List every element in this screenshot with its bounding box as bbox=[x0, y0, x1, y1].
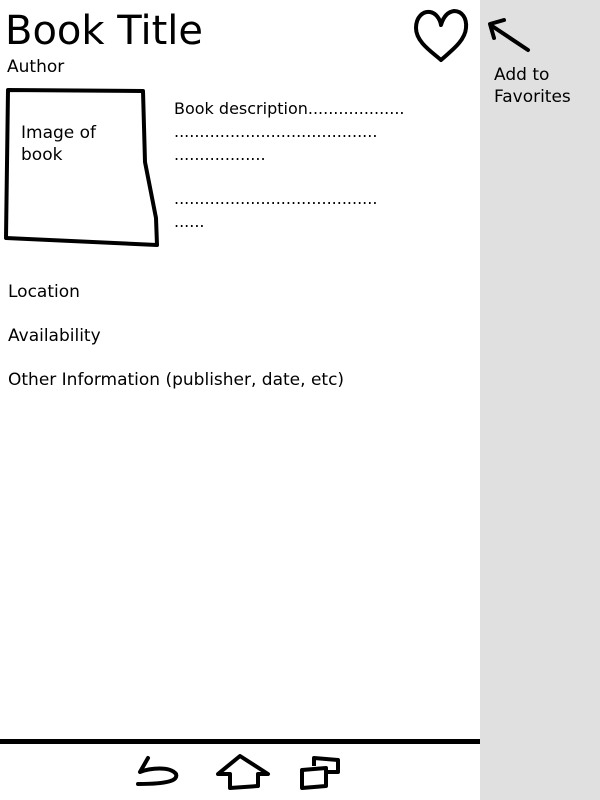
bottom-divider bbox=[0, 739, 480, 744]
description-line: ........................................ bbox=[174, 189, 378, 208]
arrow-icon bbox=[484, 14, 536, 56]
description-line: ........................................ bbox=[174, 122, 378, 141]
book-location: Location bbox=[8, 282, 80, 302]
back-icon[interactable] bbox=[132, 750, 186, 796]
home-icon[interactable] bbox=[214, 750, 270, 796]
book-image-label: Image of book bbox=[21, 123, 97, 165]
description-line: ...... bbox=[174, 212, 205, 231]
book-description: Book description................... ....… bbox=[174, 97, 466, 233]
book-image-placeholder: Image of book bbox=[2, 86, 160, 250]
book-availability: Availability bbox=[8, 326, 101, 346]
description-line: Book description................... bbox=[174, 99, 405, 118]
description-line: .................. bbox=[174, 145, 266, 164]
add-to-favorites-button[interactable]: Add to Favorites bbox=[494, 64, 594, 108]
favorites-sidebar bbox=[480, 0, 600, 800]
windows-icon[interactable] bbox=[298, 750, 352, 796]
book-author: Author bbox=[7, 57, 65, 77]
heart-icon[interactable] bbox=[412, 8, 470, 64]
book-title: Book Title bbox=[5, 8, 203, 54]
book-other-info: Other Information (publisher, date, etc) bbox=[8, 370, 345, 390]
book-detail-panel: Book Title Author Image of book Book des… bbox=[0, 0, 480, 800]
